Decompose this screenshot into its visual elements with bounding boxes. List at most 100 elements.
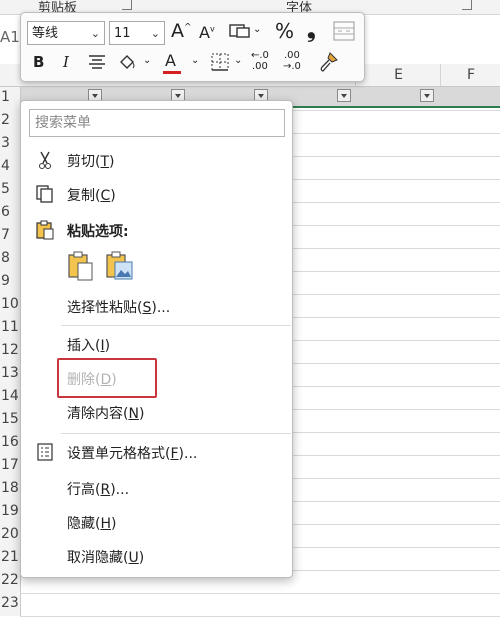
row-header-19[interactable]: 19 <box>0 503 21 519</box>
fill-color-button[interactable] <box>117 53 137 75</box>
borders-button[interactable] <box>211 53 229 75</box>
bold-button[interactable]: B <box>33 53 44 71</box>
menu-separator <box>61 433 291 434</box>
menu-item-paste-special[interactable]: 选择性粘贴(S)... <box>21 291 292 323</box>
increase-font-glyph: A <box>171 20 184 42</box>
context-menu: 搜索菜单 剪切(T) 复制(C) 粘贴选项: 选择性粘贴(S)... 插入(I)… <box>20 100 293 578</box>
font-launcher-icon[interactable] <box>462 0 472 10</box>
font-color-button[interactable]: A <box>163 51 181 74</box>
mini-toolbar: 等线 ⌄ 11 ⌄ A^ Av ⌄ % ❟ B I ⌄ A ⌄ ⌄ ←.0 .0… <box>20 12 365 82</box>
menu-item-label: 行高(R)... <box>67 482 130 498</box>
menu-item-label: 取消隐藏(U) <box>67 550 145 566</box>
font-name-combo[interactable]: 等线 ⌄ <box>27 21 105 45</box>
format-painter-button[interactable] <box>318 51 340 77</box>
decrease-font-glyph: A <box>199 23 210 42</box>
paint-bucket-icon <box>120 55 135 69</box>
align-center-icon <box>89 55 105 69</box>
row-header-18[interactable]: 18 <box>0 480 21 496</box>
comma-style-button[interactable]: ❟ <box>307 18 316 43</box>
row-header-4[interactable]: 4 <box>0 158 21 174</box>
align-center-button[interactable] <box>88 54 106 74</box>
row-header-13[interactable]: 13 <box>0 365 21 381</box>
merge-cells-icon <box>333 21 355 41</box>
font-color-swatch <box>163 71 181 74</box>
chevron-down-icon[interactable]: ⌄ <box>234 55 242 66</box>
chevron-down-icon[interactable]: ⌄ <box>253 24 261 35</box>
menu-item-hide[interactable]: 隐藏(H) <box>21 507 292 539</box>
row-header-6[interactable]: 6 <box>0 204 21 220</box>
menu-item-label: 选择性粘贴(S)... <box>67 300 171 316</box>
menu-item-label: 复制(C) <box>67 188 116 204</box>
merge-center-button[interactable] <box>333 21 355 45</box>
menu-item-label: 插入(I) <box>67 338 111 354</box>
increase-decimal-button[interactable]: ←.0 .00 <box>251 50 269 72</box>
row-header-15[interactable]: 15 <box>0 411 21 427</box>
increase-font-size-button[interactable]: A^ <box>171 20 192 42</box>
paste-picture-button[interactable] <box>105 251 135 285</box>
search-menu-input[interactable]: 搜索菜单 <box>29 109 285 137</box>
scissors-icon <box>39 151 51 169</box>
row-header-12[interactable]: 12 <box>0 342 21 358</box>
row-header-8[interactable]: 8 <box>0 250 21 266</box>
column-header-f[interactable]: F <box>440 64 500 86</box>
font-color-glyph: A <box>165 51 176 70</box>
chevron-down-icon[interactable]: ⌄ <box>143 55 151 66</box>
filter-dropdown-button[interactable] <box>337 89 351 102</box>
chevron-down-icon: ⌄ <box>150 27 160 40</box>
filter-dropdown-button[interactable] <box>420 89 434 102</box>
paste-options-label: 粘贴选项: <box>67 224 129 240</box>
row-header-10[interactable]: 10 <box>0 296 21 312</box>
clipboard-launcher-icon[interactable] <box>122 0 132 10</box>
paste-button[interactable] <box>67 251 95 285</box>
row-header-22[interactable]: 22 <box>0 572 21 588</box>
italic-button[interactable]: I <box>63 53 69 71</box>
menu-item-insert[interactable]: 插入(I) <box>21 329 292 361</box>
format-painter-icon <box>320 52 338 72</box>
menu-item-cut[interactable]: 剪切(T) <box>21 145 292 177</box>
copy-icon <box>36 185 53 203</box>
chevron-down-icon[interactable]: ⌄ <box>191 55 199 66</box>
decrease-decimal-button[interactable]: .00 →.0 <box>283 50 301 72</box>
menu-item-label: 清除内容(N) <box>67 406 145 422</box>
row-header-3[interactable]: 3 <box>0 135 21 151</box>
decrease-decimal-glyph: .00 →.0 <box>283 50 301 72</box>
row-header-1[interactable]: 1 <box>0 89 21 105</box>
name-box[interactable]: A1 <box>0 28 20 46</box>
menu-item-label: 剪切(T) <box>67 154 115 170</box>
delete-highlight-box <box>57 358 157 398</box>
row-header-21[interactable]: 21 <box>0 549 21 565</box>
row-gridline <box>20 593 500 594</box>
menu-item-clear-contents[interactable]: 清除内容(N) <box>21 397 292 429</box>
clipboard-icon <box>36 220 54 240</box>
row-header-11[interactable]: 11 <box>0 319 21 335</box>
decrease-font-size-button[interactable]: Av <box>199 23 215 42</box>
row-header-5[interactable]: 5 <box>0 181 21 197</box>
row-header-17[interactable]: 17 <box>0 457 21 473</box>
font-name-value: 等线 <box>32 26 59 41</box>
borders-icon <box>211 53 229 71</box>
row-header-2[interactable]: 2 <box>0 112 21 128</box>
menu-item-label: 设置单元格格式(F)... <box>67 446 198 462</box>
menu-item-copy[interactable]: 复制(C) <box>21 179 292 211</box>
menu-item-row-height[interactable]: 行高(R)... <box>21 473 292 505</box>
row-header-20[interactable]: 20 <box>0 526 21 542</box>
percent-style-button[interactable]: % <box>275 19 294 43</box>
paste-icon <box>68 251 93 281</box>
accounting-format-icon <box>229 24 250 38</box>
menu-item-format-cells[interactable]: 设置单元格格式(F)... <box>21 437 292 469</box>
column-header-e[interactable]: E <box>355 64 441 86</box>
paste-picture-icon <box>106 251 133 280</box>
row-header-7[interactable]: 7 <box>0 227 21 243</box>
menu-item-label: 隐藏(H) <box>67 516 117 532</box>
row-header-23[interactable]: 23 <box>0 595 21 611</box>
row-header-9[interactable]: 9 <box>0 273 21 289</box>
row-header-14[interactable]: 14 <box>0 388 21 404</box>
row-header-16[interactable]: 16 <box>0 434 21 450</box>
increase-decimal-glyph: ←.0 .00 <box>251 50 269 72</box>
format-cells-icon <box>37 443 53 461</box>
font-size-combo[interactable]: 11 ⌄ <box>109 21 165 45</box>
number-format-button[interactable] <box>229 22 251 44</box>
menu-separator <box>61 325 291 326</box>
paste-options-header: 粘贴选项: <box>21 215 292 247</box>
menu-item-unhide[interactable]: 取消隐藏(U) <box>21 541 292 573</box>
